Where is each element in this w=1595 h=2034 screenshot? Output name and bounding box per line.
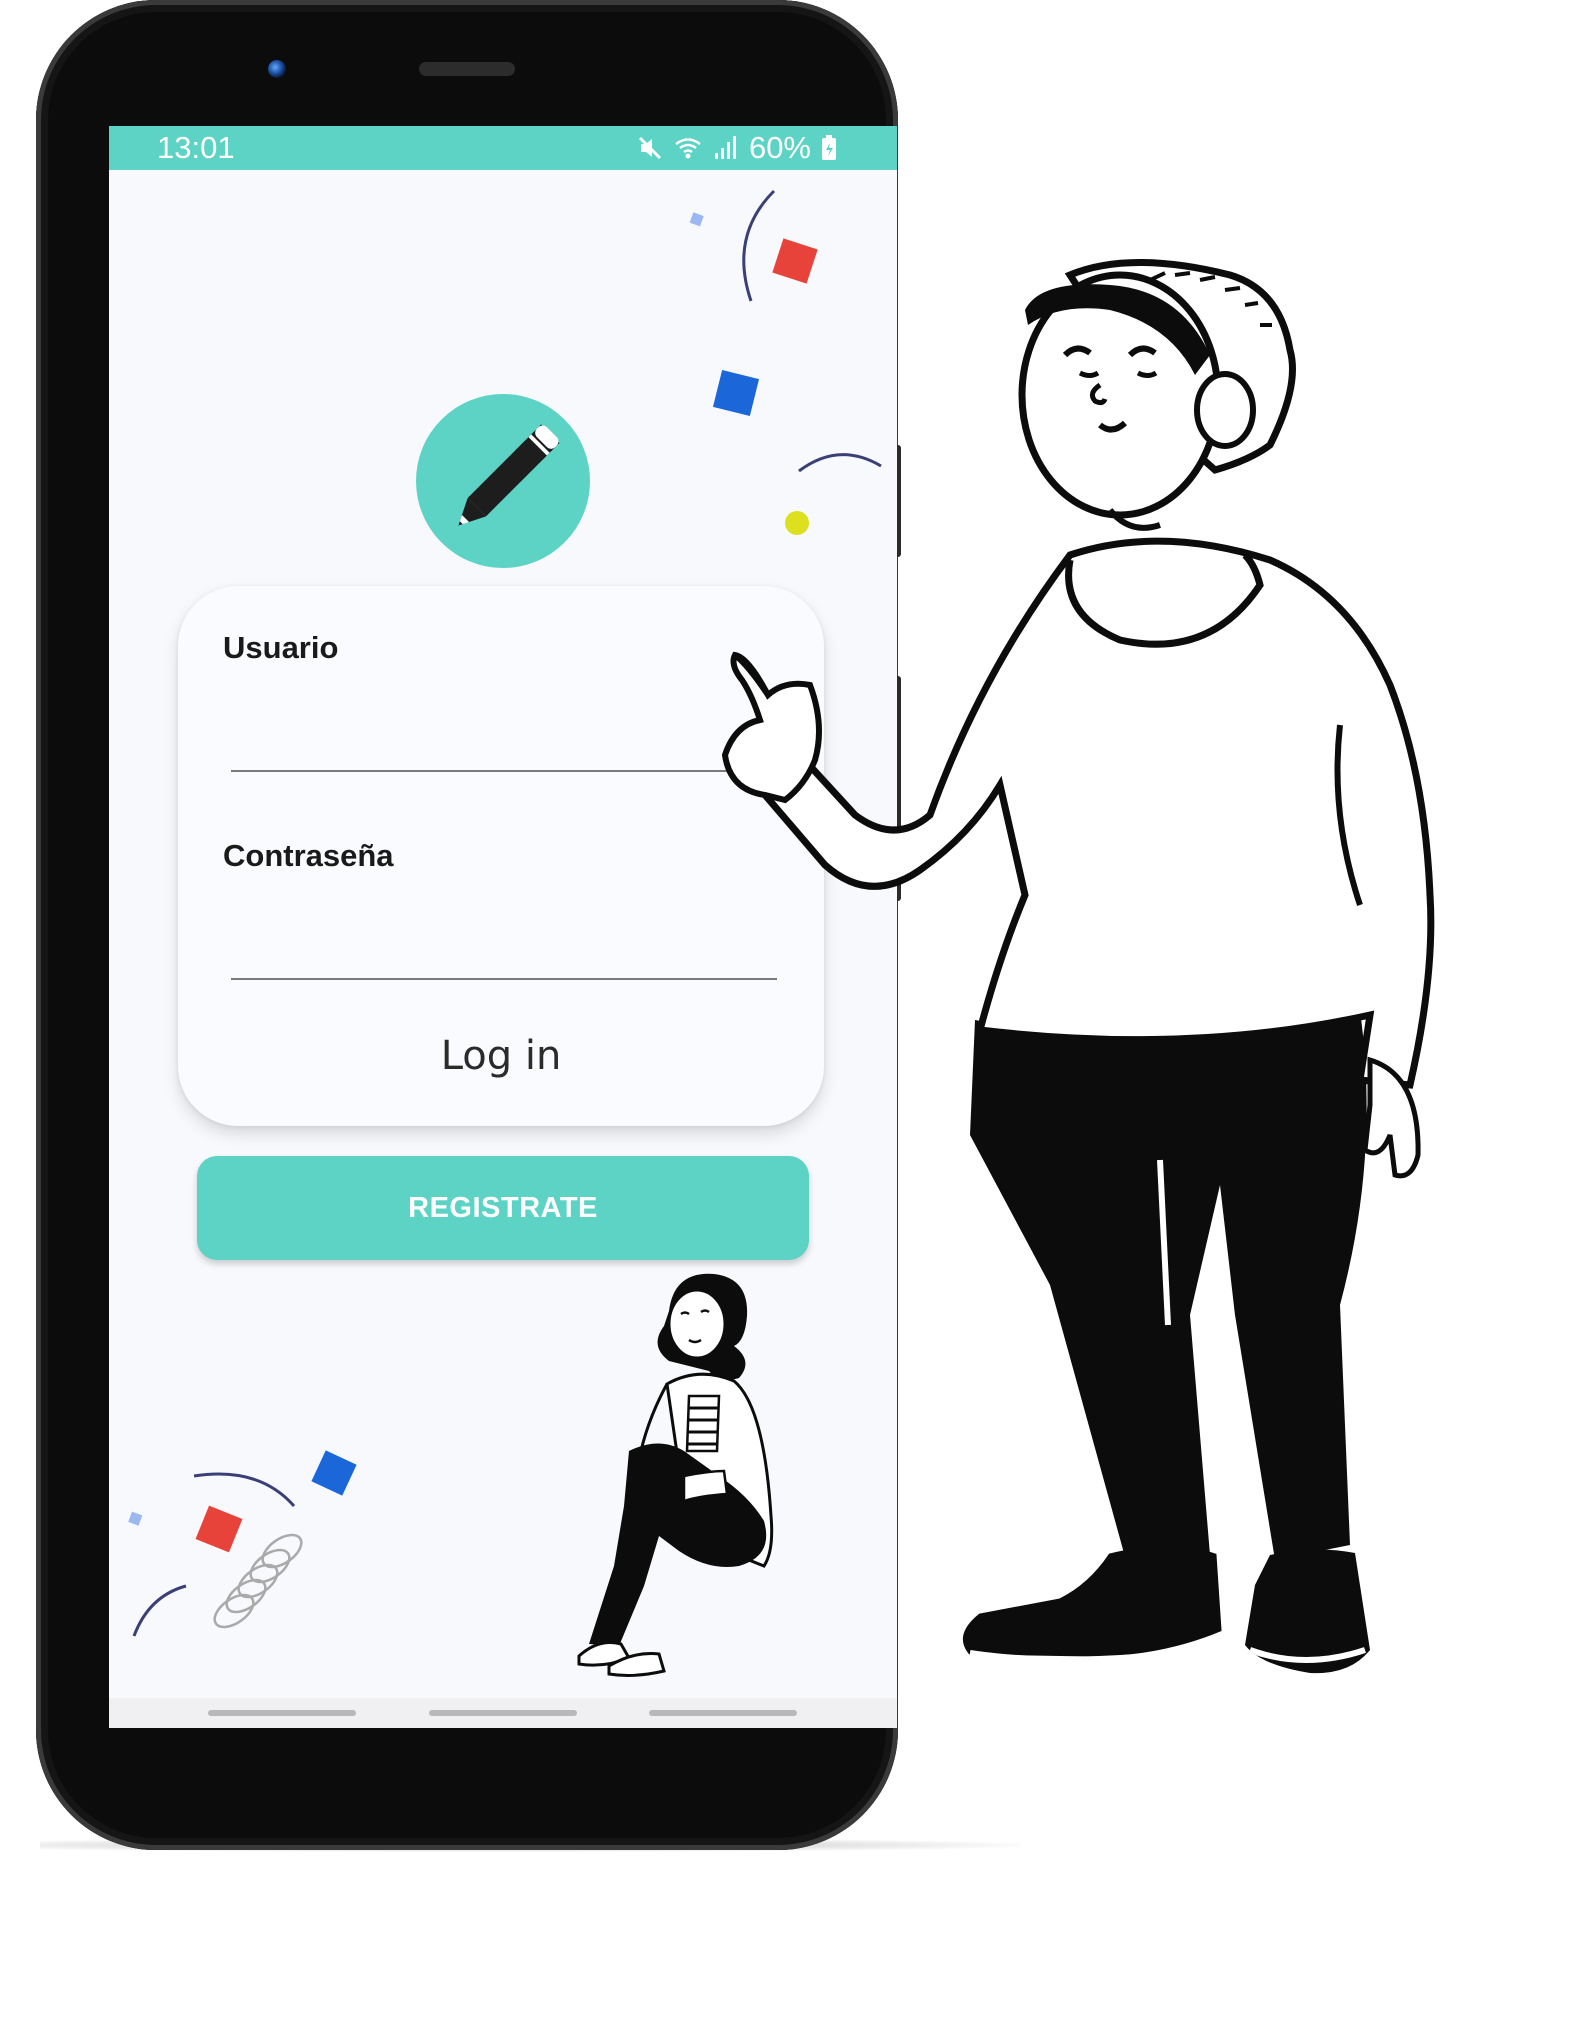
earpiece-speaker: [419, 62, 515, 76]
status-icons: 60%: [635, 130, 849, 166]
status-bar: 13:01 60%: [109, 126, 897, 170]
pencil-logo-icon: [458, 424, 560, 526]
front-camera: [268, 60, 286, 78]
pointing-man-illustration: [721, 259, 1435, 1674]
confetti-bottom-decoration: [128, 1450, 357, 1637]
battery-percent: 60%: [748, 130, 811, 165]
signal-icon: [711, 133, 741, 163]
nav-home-button[interactable]: [429, 1710, 577, 1716]
battery-icon: [819, 133, 849, 163]
password-label: Contraseña: [223, 838, 394, 873]
login-button[interactable]: Log in: [378, 1026, 624, 1086]
username-label: Usuario: [223, 630, 339, 665]
nav-recent-button[interactable]: [208, 1710, 356, 1716]
status-time: 13:01: [157, 130, 235, 165]
app-logo: [416, 394, 590, 568]
mute-icon: [635, 133, 665, 163]
wifi-icon: [673, 133, 703, 163]
